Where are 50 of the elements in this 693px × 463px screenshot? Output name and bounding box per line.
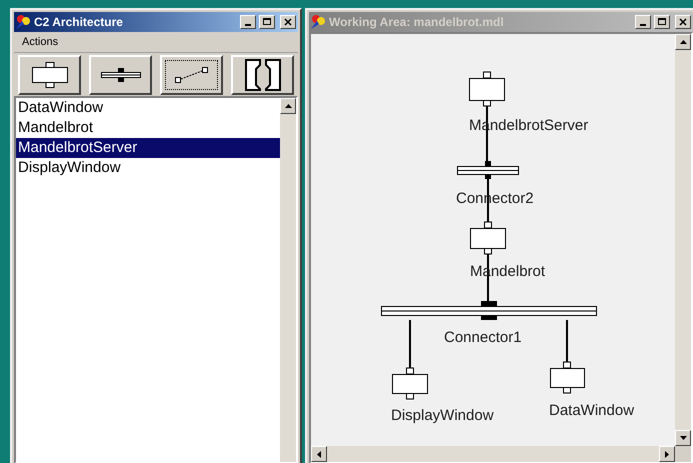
scroll-up-button[interactable] xyxy=(280,98,296,114)
close-button[interactable] xyxy=(280,15,296,29)
minimize-button[interactable] xyxy=(635,15,651,29)
component-node[interactable] xyxy=(550,362,585,394)
list-item[interactable]: Mandelbrot xyxy=(16,118,280,138)
list-item[interactable]: DataWindow xyxy=(16,98,280,118)
connector-line xyxy=(566,320,568,362)
scrollbar[interactable] xyxy=(675,34,691,446)
scroll-up-button[interactable] xyxy=(675,34,691,50)
minimize-button[interactable] xyxy=(240,15,256,29)
component-node[interactable] xyxy=(469,72,505,106)
scrollbar[interactable] xyxy=(280,98,296,462)
window-title: C2 Architecture xyxy=(34,14,124,31)
tool-button[interactable] xyxy=(89,54,152,94)
close-icon xyxy=(284,18,292,26)
app-logo-icon xyxy=(16,15,31,29)
node-label: DataWindow xyxy=(549,402,634,419)
maximize-button[interactable] xyxy=(259,15,275,29)
tool-button[interactable] xyxy=(231,54,294,94)
component-node[interactable] xyxy=(392,368,428,400)
component-node[interactable] xyxy=(470,222,506,254)
up-arrow-icon xyxy=(680,40,686,44)
window-title: Working Area: mandelbrot.mdl xyxy=(329,14,505,31)
scroll-right-button[interactable] xyxy=(659,446,675,462)
maximize-icon xyxy=(263,18,271,26)
scrollbar[interactable] xyxy=(311,446,675,462)
link-icon xyxy=(174,66,208,82)
node-label: Connector1 xyxy=(444,329,522,346)
connector-bar[interactable] xyxy=(380,301,597,320)
scroll-left-button[interactable] xyxy=(311,446,327,462)
component-icon xyxy=(32,62,68,88)
close-icon xyxy=(679,18,687,26)
left-arrow-icon xyxy=(317,450,321,458)
connector-line xyxy=(409,320,411,368)
list-item[interactable]: DisplayWindow xyxy=(16,158,280,178)
split-shape-icon xyxy=(244,58,280,90)
app-logo-icon xyxy=(311,15,326,29)
close-button[interactable] xyxy=(675,15,691,29)
right-arrow-icon xyxy=(665,450,669,458)
menu-item[interactable]: Actions xyxy=(20,34,60,50)
up-arrow-icon xyxy=(284,104,292,108)
connector-icon xyxy=(100,68,140,82)
maximize-button[interactable] xyxy=(654,15,670,29)
scroll-down-button[interactable] xyxy=(675,430,691,446)
tool-button[interactable] xyxy=(18,54,81,94)
maximize-icon xyxy=(658,18,666,26)
connector-bar[interactable] xyxy=(456,161,519,179)
down-arrow-icon xyxy=(680,436,686,440)
list-item[interactable]: MandelbrotServer xyxy=(16,138,280,158)
node-label: DisplayWindow xyxy=(391,407,494,424)
